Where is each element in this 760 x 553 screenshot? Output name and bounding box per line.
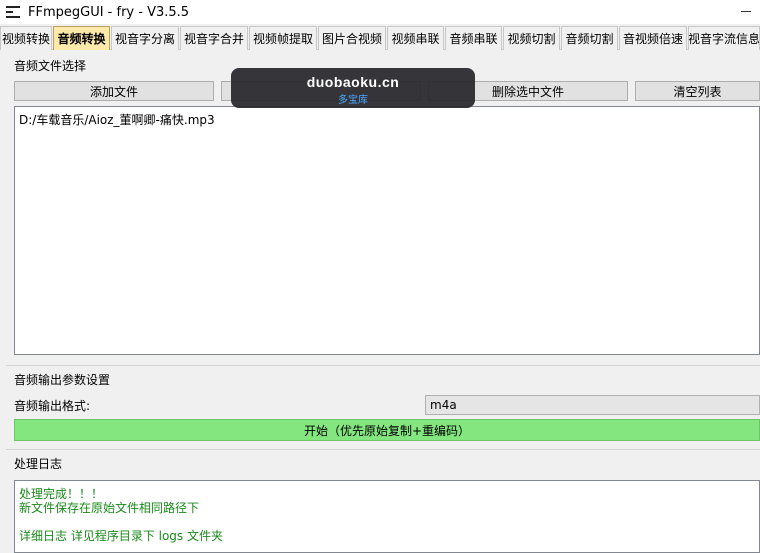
clear-list-button[interactable]: 清空列表 — [635, 81, 760, 101]
format-value: m4a — [430, 398, 457, 412]
tab-audio-cut[interactable]: 音频切割 — [561, 26, 618, 50]
title-bar: FFmpegGUI - fry - V3.5.5 — [0, 0, 760, 24]
log-line: 详细日志 详见程序目录下 logs 文件夹 — [19, 529, 223, 543]
tab-audio-convert[interactable]: 音频转换 — [53, 26, 110, 50]
add-file-button[interactable]: 添加文件 — [14, 81, 214, 101]
output-section-title: 音频输出参数设置 — [14, 373, 111, 387]
log-section-title: 处理日志 — [14, 457, 63, 471]
tab-av-merge[interactable]: 视音字合并 — [180, 26, 248, 50]
file-section-title: 音频文件选择 — [14, 59, 87, 73]
hamburger-menu-icon[interactable] — [6, 6, 20, 18]
tab-stream-info[interactable]: 视音字流信息 — [688, 26, 760, 50]
tab-frame-extract[interactable]: 视频帧提取 — [249, 26, 317, 50]
tab-video-concat[interactable]: 视频串联 — [387, 26, 444, 50]
tab-speed[interactable]: 音视频倍速 — [619, 26, 687, 50]
divider — [6, 365, 760, 366]
log-output[interactable]: 处理完成！！！ 新文件保存在原始文件相同路径下 详细日志 详见程序目录下 log… — [14, 480, 760, 553]
watermark-domain: duobaoku.cn — [306, 74, 400, 90]
window-title: FFmpegGUI - fry - V3.5.5 — [28, 4, 190, 20]
tab-video-convert[interactable]: 视频转换 — [0, 26, 52, 50]
divider — [6, 449, 760, 450]
log-line: 新文件保存在原始文件相同路径下 — [19, 501, 200, 515]
tab-video-cut[interactable]: 视频切割 — [503, 26, 560, 50]
tab-images-to-video[interactable]: 图片合视频 — [318, 26, 386, 50]
format-select[interactable]: m4a — [425, 395, 760, 415]
tab-audio-concat[interactable]: 音频串联 — [445, 26, 502, 50]
watermark-subtitle: 多宝库 — [338, 95, 368, 106]
start-button[interactable]: 开始（优先原始复制+重编码） — [14, 419, 760, 441]
tab-av-split[interactable]: 视音字分离 — [111, 26, 179, 50]
file-list[interactable]: D:/车载音乐/Aioz_董啊卿-痛快.mp3 — [14, 106, 760, 355]
minimize-icon[interactable] — [738, 4, 754, 18]
watermark-overlay: duobaoku.cn 多宝库 — [231, 68, 475, 108]
format-label: 音频输出格式: — [14, 399, 91, 413]
list-item[interactable]: D:/车载音乐/Aioz_董啊卿-痛快.mp3 — [19, 111, 215, 128]
tab-bar: 视频转换 音频转换 视音字分离 视音字合并 视频帧提取 图片合视频 视频串联 音… — [0, 26, 760, 50]
